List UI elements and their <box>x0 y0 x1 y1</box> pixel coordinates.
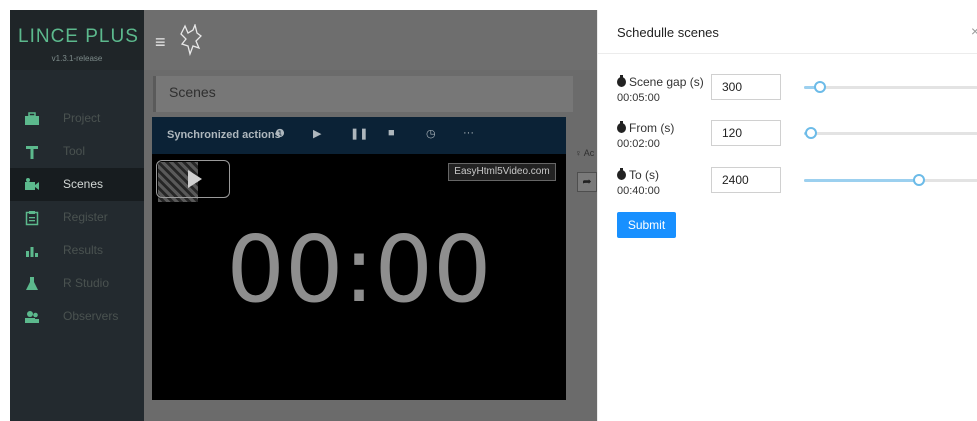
sidebar-item-observers[interactable]: Observers <box>10 300 144 333</box>
clipboard-icon <box>25 211 39 226</box>
video-player[interactable]: EasyHtml5Video.com 00:00 <box>152 154 566 400</box>
sidebar-item-label: R Studio <box>63 276 110 290</box>
from-row: From (s) 00:02:00 120 <box>598 120 977 160</box>
hamburger-icon[interactable]: ≡ <box>155 32 166 53</box>
drawer-title: Schedulle scenes <box>617 25 719 40</box>
to-slider[interactable] <box>804 174 977 186</box>
scene-gap-label: Scene gap (s) <box>617 75 704 90</box>
from-label: From (s) <box>617 121 674 136</box>
scene-gap-row: Scene gap (s) 00:05:00 300 <box>598 74 977 114</box>
submit-button[interactable]: Submit <box>617 212 676 238</box>
schedule-scenes-drawer: Schedulle scenes × Scene gap (s) 00:05:0… <box>597 10 977 421</box>
scene-gap-formatted: 00:05:00 <box>617 92 660 104</box>
pause-icon[interactable]: ❚❚ <box>350 127 368 140</box>
briefcase-icon <box>25 112 39 125</box>
video-camera-icon <box>25 178 39 190</box>
sidebar-item-tool[interactable]: Tool <box>10 135 144 168</box>
slider-handle[interactable] <box>912 174 925 186</box>
person-icon: ♀ <box>575 148 582 158</box>
sidebar-item-register[interactable]: Register <box>10 201 144 234</box>
partial-label-text: Ac <box>583 148 595 158</box>
scene-gap-input[interactable]: 300 <box>711 74 781 100</box>
top-bar: ≡ <box>144 10 597 70</box>
sidebar-item-results[interactable]: Results <box>10 234 144 267</box>
partial-label: ♀ Ac <box>575 148 594 158</box>
brand-version: v1.3.1-release <box>51 54 103 63</box>
app-root: LINCE PLUS v1.3.1-release Project Tool S… <box>0 0 977 421</box>
to-formatted: 00:40:00 <box>617 185 660 197</box>
from-input[interactable]: 120 <box>711 120 781 146</box>
play-icon <box>188 170 202 188</box>
sidebar-nav: Project Tool Scenes Register Results R S… <box>10 102 144 333</box>
sidebar: LINCE PLUS v1.3.1-release Project Tool S… <box>10 10 144 421</box>
from-label-text: From (s) <box>629 121 675 135</box>
slider-handle[interactable] <box>804 127 817 139</box>
more-icon[interactable]: ··· <box>463 127 474 139</box>
sidebar-item-label: Scenes <box>63 177 104 191</box>
slider-track-fill <box>804 179 919 182</box>
sidebar-item-label: Tool <box>63 144 86 158</box>
sidebar-item-project[interactable]: Project <box>10 102 144 135</box>
info-icon[interactable]: ❶ <box>275 127 285 140</box>
to-label-text: To (s) <box>629 168 659 182</box>
sync-toolbar: Synchronized actions ❶ ▶ ❚❚ ■ ◷ ··· <box>152 117 566 154</box>
tool-t-icon <box>26 146 38 159</box>
video-watermark: EasyHtml5Video.com <box>448 163 556 181</box>
play-icon[interactable]: ▶ <box>313 127 321 140</box>
stopwatch-icon <box>617 121 626 133</box>
brand-block: LINCE PLUS v1.3.1-release <box>10 10 144 70</box>
page-title: Scenes <box>169 84 216 100</box>
close-icon[interactable]: × <box>971 23 977 39</box>
to-input[interactable]: 2400 <box>711 167 781 193</box>
sidebar-item-label: Project <box>63 111 101 125</box>
from-formatted: 00:02:00 <box>617 138 660 150</box>
sync-actions-label: Synchronized actions <box>167 129 281 141</box>
scenes-panel-header: Scenes <box>153 76 573 112</box>
stopwatch-icon <box>617 75 626 87</box>
bar-chart-icon <box>26 247 38 257</box>
to-row: To (s) 00:40:00 2400 <box>598 167 977 207</box>
sidebar-item-label: Results <box>63 243 104 257</box>
scene-gap-label-text: Scene gap (s) <box>629 75 704 89</box>
from-slider[interactable] <box>804 127 977 139</box>
flask-icon <box>26 277 38 290</box>
slider-handle[interactable] <box>813 81 826 93</box>
share-button[interactable]: ➦ <box>577 172 597 192</box>
brand-title: LINCE PLUS <box>18 26 139 47</box>
users-icon <box>25 311 39 323</box>
scene-gap-slider[interactable] <box>804 81 977 93</box>
stop-icon[interactable]: ■ <box>388 127 395 139</box>
clock-icon[interactable]: ◷ <box>426 127 436 140</box>
stopwatch-icon <box>617 168 626 180</box>
lynx-logo-icon <box>180 24 202 57</box>
video-time-display: 00:00 <box>226 216 492 323</box>
drawer-header: Schedulle scenes × <box>598 10 977 54</box>
sidebar-item-label: Register <box>63 210 108 224</box>
to-label: To (s) <box>617 168 659 183</box>
sidebar-item-r-studio[interactable]: R Studio <box>10 267 144 300</box>
sidebar-item-label: Observers <box>63 309 119 323</box>
sidebar-item-scenes[interactable]: Scenes <box>10 168 144 201</box>
